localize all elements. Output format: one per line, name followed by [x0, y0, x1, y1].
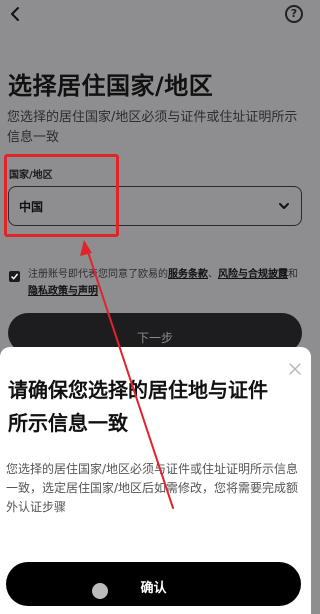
agreement-prefix: 注册账号即代表您同意了欧易的 [28, 269, 168, 280]
agreement-and: 和 [288, 269, 298, 280]
page-title: 选择居住国家/地区 [8, 72, 214, 100]
chevron-down-icon [279, 203, 289, 209]
check-icon [11, 273, 19, 280]
confirm-label: 确认 [140, 581, 167, 596]
agreement-text: 注册账号即代表您同意了欧易的服务条款、风险与合规披露和隐私政策与声明 [28, 266, 306, 300]
page-description: 您选择的居住国家/地区必须与证件或住址证明所示信息一致 [7, 110, 298, 145]
privacy-policy-link[interactable]: 隐私政策与声明 [28, 286, 98, 297]
touch-indicator [92, 583, 108, 599]
confirmation-sheet: 请确保您选择的居住地与证件所示信息一致 您选择的居住国家/地区必须与证件或住址证… [0, 347, 311, 614]
close-icon[interactable] [288, 362, 302, 376]
sheet-description: 您选择的居住国家/地区必须与证件或住址证明所示信息一致，选定居住国家/地区后如需… [6, 462, 299, 514]
help-button[interactable]: ? [285, 5, 303, 23]
back-button[interactable] [6, 4, 26, 24]
chevron-left-icon [11, 7, 19, 21]
annotation-highlight-box [4, 154, 119, 237]
next-step-label: 下一步 [136, 331, 173, 345]
confirm-button[interactable]: 确认 [6, 562, 301, 606]
terms-of-service-link[interactable]: 服务条款 [168, 269, 208, 280]
agreement-checkbox[interactable] [9, 271, 20, 282]
sheet-title: 请确保您选择的居住地与证件所示信息一致 [8, 378, 268, 435]
risk-disclosure-link[interactable]: 风险与合规披露 [218, 269, 288, 280]
agreement-separator: 、 [208, 269, 218, 280]
